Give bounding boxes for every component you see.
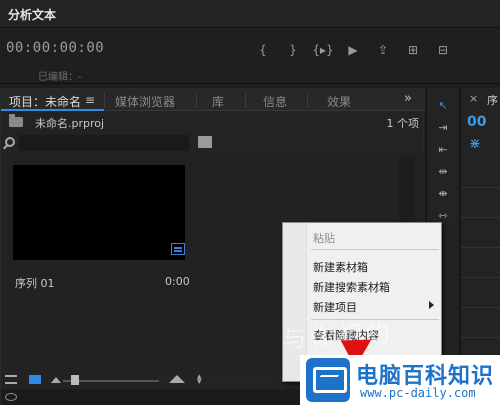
edited-label: 已编辑：- xyxy=(38,72,82,83)
tab-divider xyxy=(245,92,246,108)
project-file-row: 未命名.prproj 1 个项 xyxy=(9,114,420,133)
list-view-icon[interactable] xyxy=(5,375,17,384)
sort-icon[interactable]: ▴ ▾ xyxy=(197,373,205,387)
sequence-name[interactable]: 序列 01 xyxy=(15,275,55,291)
sequence-duration: 0:00 xyxy=(165,275,190,288)
snap-icon[interactable]: ⋇ xyxy=(469,136,481,152)
search-row xyxy=(1,135,425,153)
ripple-edit-icon[interactable]: ⇤ xyxy=(433,142,453,158)
source-monitor: 00:00:00:00 已编辑：- { } {▸} ▶ ⇪ ⊞ ⊟ xyxy=(0,28,500,84)
tab-divider xyxy=(196,92,197,108)
overwrite-icon[interactable]: ⊞ xyxy=(398,40,428,60)
timeline-timecode[interactable]: 00 xyxy=(467,114,486,130)
rate-stretch-icon[interactable]: ⇼ xyxy=(433,186,453,202)
menu-item-new-item-label: 新建项目 xyxy=(313,301,357,314)
selection-tool-icon[interactable]: ↖ xyxy=(433,98,453,114)
track-select-icon[interactable]: ⇥ xyxy=(433,120,453,136)
tab-effects[interactable]: 效果 xyxy=(327,93,351,110)
analyze-text-bar: 分析文本 xyxy=(0,0,500,28)
sequence-icon xyxy=(171,243,185,255)
site-watermark: 电脑百科知识 www.pc-daily.com xyxy=(300,355,500,405)
zoom-out-icon[interactable] xyxy=(51,377,61,383)
play-icon[interactable]: ▶ xyxy=(338,40,368,60)
project-file-name: 未命名.prproj xyxy=(35,117,105,130)
mark-in-icon[interactable]: { xyxy=(248,40,278,60)
search-input[interactable] xyxy=(19,135,189,151)
menu-item-paste[interactable]: 粘贴 xyxy=(313,230,438,246)
go-to-in-icon[interactable]: {▸} xyxy=(308,40,338,60)
tab-menu-icon[interactable]: ≡ xyxy=(85,93,95,107)
tab-project[interactable]: 项目：未命名 xyxy=(9,93,81,110)
watermark-url: www.pc-daily.com xyxy=(360,386,476,400)
menu-item-new-search-bin[interactable]: 新建搜索素材箱 xyxy=(313,279,438,295)
timeline-tracks[interactable] xyxy=(461,158,500,388)
export-frame-icon[interactable]: ⊟ xyxy=(428,40,458,60)
insert-icon[interactable]: ⇪ xyxy=(368,40,398,60)
close-icon[interactable]: × xyxy=(469,92,478,105)
item-count: 1 个项 xyxy=(386,117,420,130)
submenu-arrow-icon xyxy=(429,301,434,309)
monitor-timecode[interactable]: 00:00:00:00 xyxy=(6,40,104,56)
rolling-edit-icon[interactable]: ⇹ xyxy=(433,164,453,180)
zoom-in-icon[interactable] xyxy=(169,375,185,383)
search-icon xyxy=(5,137,15,147)
tab-divider xyxy=(104,92,105,108)
analyze-text-title: 分析文本 xyxy=(8,8,57,22)
tab-info[interactable]: 信息 xyxy=(263,93,287,110)
tab-media-browser[interactable]: 媒体浏览器 xyxy=(115,93,175,110)
icon-view-icon[interactable] xyxy=(29,375,41,384)
eye-icon[interactable] xyxy=(5,393,17,401)
tab-sequence[interactable]: 序 xyxy=(487,92,498,108)
folder-icon xyxy=(9,114,23,127)
transport-controls: { } {▸} ▶ ⇪ ⊞ ⊟ xyxy=(248,40,458,60)
tab-libraries[interactable]: 库 xyxy=(212,93,224,110)
monitor-logo-icon xyxy=(306,358,350,402)
project-panel-tabs: 项目：未命名 ≡ 媒体浏览器 库 信息 效果 » xyxy=(1,89,425,111)
tab-divider xyxy=(307,92,308,108)
zoom-slider-handle[interactable] xyxy=(71,375,79,385)
active-tab-indicator xyxy=(1,109,104,111)
sequence-thumbnail[interactable] xyxy=(13,165,185,260)
more-tabs-icon[interactable]: » xyxy=(404,91,412,106)
mark-out-icon[interactable]: } xyxy=(278,40,308,60)
menu-separator xyxy=(311,249,439,250)
new-search-bin-icon[interactable] xyxy=(198,136,212,148)
menu-item-new-bin[interactable]: 新建素材箱 xyxy=(313,259,438,275)
